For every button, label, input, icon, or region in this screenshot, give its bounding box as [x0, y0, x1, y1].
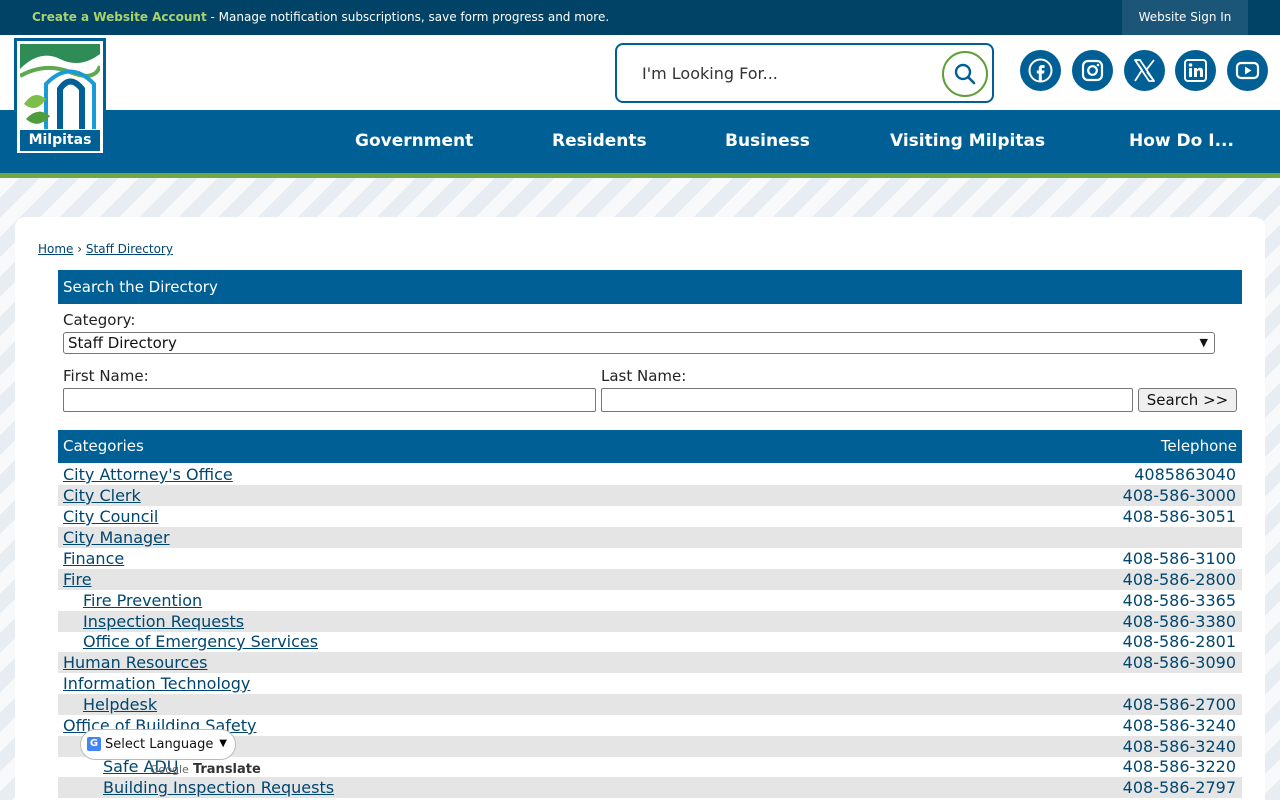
table-row: Inspection Requests 408-586-3380	[58, 611, 1242, 632]
telephone-number[interactable]: 408-586-3220	[1123, 757, 1236, 776]
category-link[interactable]: City Attorney's Office	[63, 465, 233, 484]
category-link[interactable]: Finance	[63, 549, 124, 568]
subcategory-link[interactable]: Helpdesk	[83, 695, 157, 714]
subcategory-link[interactable]: Fire Prevention	[83, 591, 202, 610]
powered-by-google-translate[interactable]: Google Translate	[150, 762, 261, 777]
last-name-label: Last Name:	[601, 367, 687, 385]
google-translate-icon: G	[87, 737, 101, 751]
first-name-label: First Name:	[63, 367, 149, 385]
category-link[interactable]: City Manager	[63, 528, 170, 547]
language-select-label: Select Language	[105, 737, 214, 752]
telephone-number[interactable]: 408-586-2700	[1123, 695, 1236, 714]
category-link[interactable]: Human Resources	[63, 653, 208, 672]
chevron-down-icon: ▼	[1199, 336, 1208, 349]
category-link[interactable]: Fire	[63, 570, 92, 589]
telephone-number[interactable]: 408-586-3100	[1123, 549, 1236, 568]
notification-text: - Manage notification subscriptions, sav…	[206, 10, 610, 24]
notification-bar: Create a Website Account - Manage notifi…	[0, 0, 1280, 35]
category-label: Category:	[63, 311, 136, 329]
notification-message: Create a Website Account - Manage notifi…	[32, 10, 609, 24]
breadcrumb-home[interactable]: Home	[38, 242, 73, 256]
table-row: City Council 408-586-3051	[58, 506, 1242, 527]
category-select-value: Staff Directory	[68, 334, 177, 352]
instagram-icon	[1081, 59, 1104, 82]
table-row: Finance 408-586-3100	[58, 548, 1242, 569]
site-search-input[interactable]: I'm Looking For...	[642, 64, 778, 83]
logo-text: Milpitas	[20, 130, 100, 151]
x-twitter-link[interactable]	[1124, 50, 1165, 91]
table-row: Fire Prevention 408-586-3365	[58, 590, 1242, 611]
table-row: Office of Building Safety 408-586-3240	[58, 715, 1242, 736]
telephone-number[interactable]: 4085863040	[1134, 465, 1236, 484]
create-account-link[interactable]: Create a Website Account	[32, 10, 207, 24]
categories-table-header: Categories Telephone	[58, 430, 1242, 463]
language-select[interactable]: G Select Language ▼	[80, 729, 236, 760]
breadcrumb-staff-directory[interactable]: Staff Directory	[86, 242, 173, 256]
nav-visiting-milpitas[interactable]: Visiting Milpitas	[890, 131, 1045, 151]
telephone-number[interactable]: 408-586-2797	[1123, 778, 1236, 797]
table-row: Office of Emergency Services 408-586-280…	[58, 631, 1242, 652]
category-select[interactable]: Staff Directory ▼	[63, 332, 1215, 354]
directory-search-button[interactable]: Search >>	[1138, 388, 1237, 412]
first-name-input[interactable]	[63, 388, 596, 412]
x-twitter-icon	[1134, 59, 1155, 82]
last-name-input[interactable]	[601, 388, 1133, 412]
milpitas-logo-graphic	[20, 44, 100, 129]
table-row: City Clerk 408-586-3000	[58, 485, 1242, 506]
telephone-number[interactable]: 408-586-3000	[1123, 486, 1236, 505]
category-link[interactable]: City Clerk	[63, 486, 141, 505]
site-search-button[interactable]	[942, 51, 988, 97]
chevron-down-icon: ▼	[219, 738, 227, 749]
table-row: Helpdesk 408-586-2700	[58, 694, 1242, 715]
telephone-number[interactable]: 408-586-2800	[1123, 570, 1236, 589]
telephone-number[interactable]: 408-586-3365	[1123, 591, 1236, 610]
facebook-link[interactable]	[1020, 50, 1061, 91]
google-wordmark: Google	[150, 763, 189, 776]
telephone-number[interactable]: 408-586-3240	[1123, 737, 1236, 756]
table-row: City Manager	[58, 527, 1242, 548]
table-row: Human Resources 408-586-3090	[58, 652, 1242, 673]
breadcrumb: Home › Staff Directory	[38, 242, 173, 256]
telephone-number[interactable]: 408-586-2801	[1123, 632, 1236, 651]
search-icon	[954, 63, 976, 85]
telephone-column-header: Telephone	[1160, 437, 1237, 455]
nav-residents[interactable]: Residents	[552, 131, 647, 151]
instagram-link[interactable]	[1072, 50, 1113, 91]
subcategory-link[interactable]: Office of Emergency Services	[83, 632, 318, 651]
categories-column-header: Categories	[63, 437, 144, 455]
milpitas-logo[interactable]: Milpitas	[14, 38, 106, 156]
linkedin-icon	[1184, 59, 1207, 82]
search-directory-heading: Search the Directory	[58, 270, 1242, 304]
youtube-icon	[1235, 61, 1260, 80]
translate-label: Translate	[192, 762, 261, 777]
search-directory-title: Search the Directory	[63, 278, 218, 296]
table-row: City Attorney's Office 4085863040	[58, 464, 1242, 485]
website-sign-in-button[interactable]: Website Sign In	[1122, 0, 1248, 35]
category-link[interactable]: City Council	[63, 507, 158, 526]
nav-how-do-i[interactable]: How Do I...	[1129, 131, 1234, 151]
facebook-icon	[1028, 58, 1053, 83]
telephone-number[interactable]: 408-586-3051	[1123, 507, 1236, 526]
site-search-box[interactable]: I'm Looking For...	[615, 43, 994, 103]
category-link[interactable]: Information Technology	[63, 674, 250, 693]
table-row: Building Inspection Requests 408-586-279…	[58, 777, 1242, 798]
table-row: Information Technology	[58, 673, 1242, 694]
subcategory-link[interactable]: Inspection Requests	[83, 612, 244, 631]
youtube-link[interactable]	[1227, 50, 1268, 91]
linkedin-link[interactable]	[1175, 50, 1216, 91]
subcategory-link[interactable]: Building Inspection Requests	[103, 778, 334, 797]
main-navigation: Government Residents Business Visiting M…	[0, 110, 1280, 173]
telephone-number[interactable]: 408-586-3090	[1123, 653, 1236, 672]
nav-government[interactable]: Government	[355, 131, 473, 151]
telephone-number[interactable]: 408-586-3380	[1123, 612, 1236, 631]
telephone-number[interactable]: 408-586-3240	[1123, 716, 1236, 735]
table-row: Fire 408-586-2800	[58, 569, 1242, 590]
breadcrumb-separator: ›	[77, 242, 83, 256]
nav-business[interactable]: Business	[725, 131, 810, 151]
site-header: I'm Looking For...	[0, 35, 1280, 110]
